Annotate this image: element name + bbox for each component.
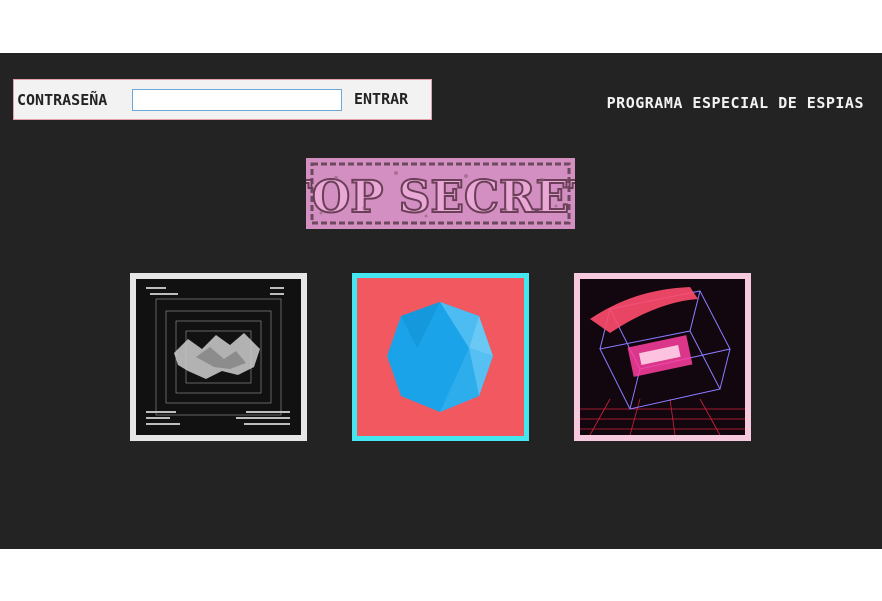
neon-cube-art-icon	[580, 279, 745, 435]
gallery-item-2[interactable]	[352, 273, 529, 441]
stamp-text: TOP SECRET	[306, 172, 575, 223]
enter-button[interactable]: ENTRAR	[354, 90, 408, 108]
login-panel: CONTRASEÑA ENTRAR	[13, 79, 432, 120]
main-stage: CONTRASEÑA ENTRAR PROGRAMA ESPECIAL DE E…	[0, 53, 882, 549]
password-label: CONTRASEÑA	[17, 91, 108, 109]
top-secret-stamp: TOP SECRET	[278, 158, 603, 229]
monochrome-wireframe-art-icon	[136, 279, 301, 435]
gallery-item-3[interactable]	[574, 273, 751, 441]
gallery-item-1[interactable]	[130, 273, 307, 441]
password-input[interactable]	[132, 89, 342, 111]
program-title: PROGRAMA ESPECIAL DE ESPIAS	[606, 94, 864, 112]
blue-polyhedron-art-icon	[357, 278, 524, 436]
